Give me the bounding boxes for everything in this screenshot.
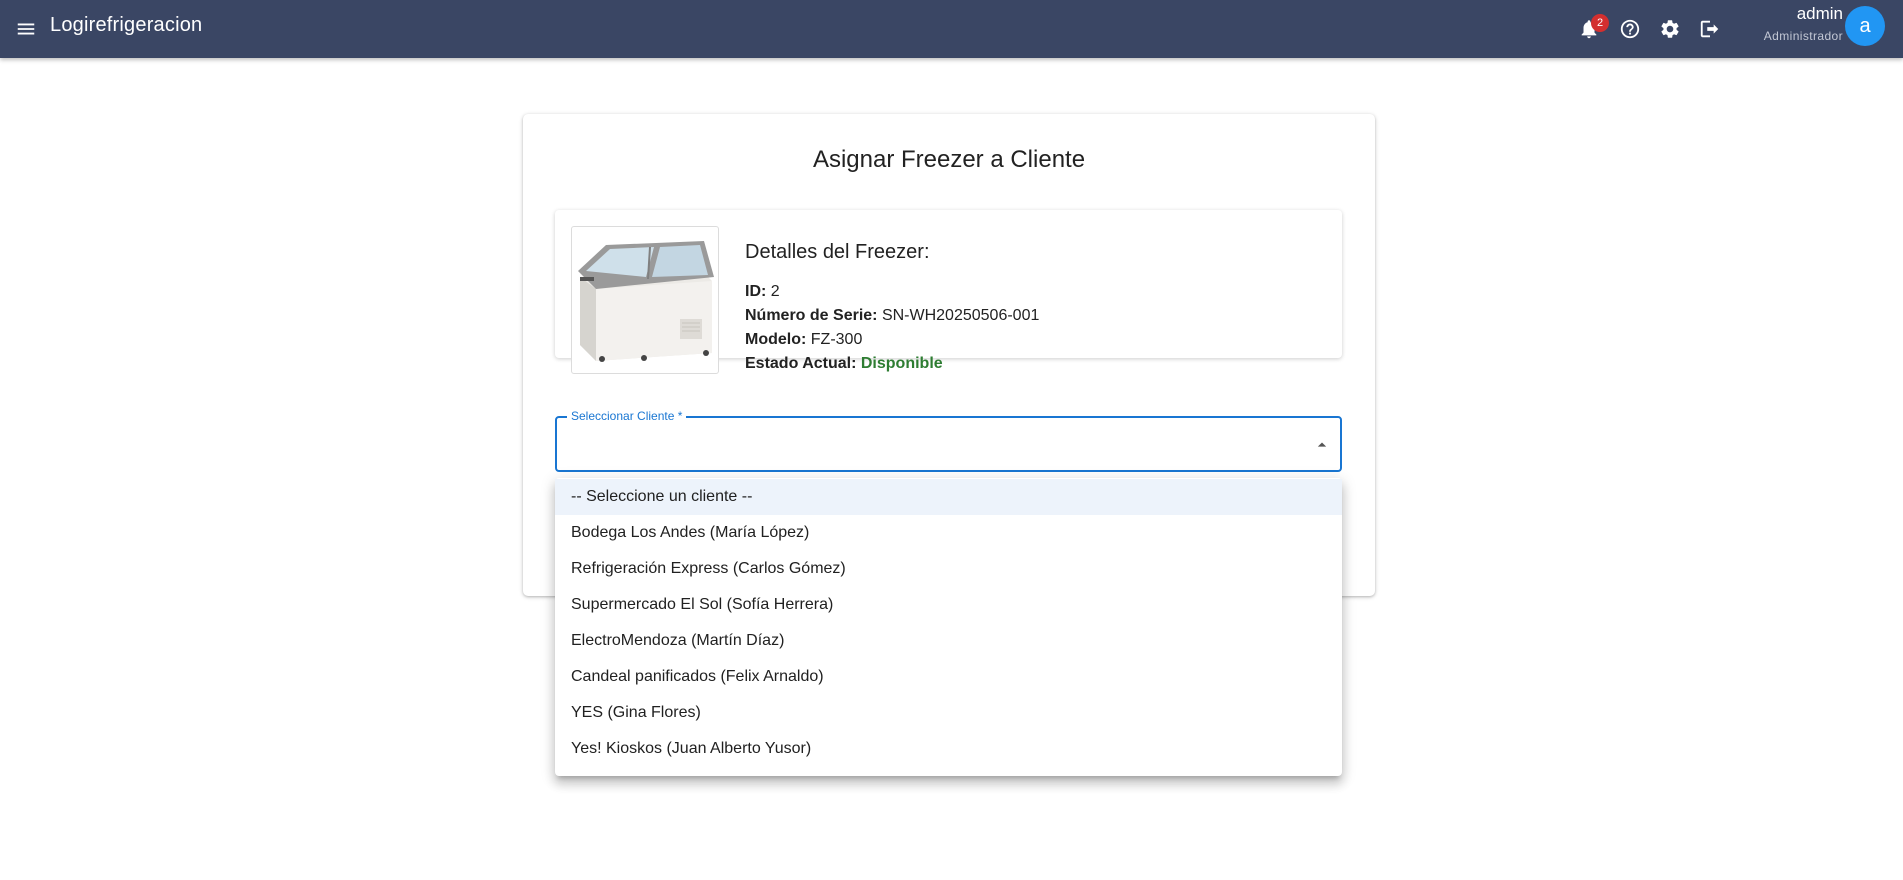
freezer-details-panel: Detalles del Freezer: ID: 2 Número de Se… [555,210,1342,374]
help-button[interactable] [1611,10,1649,48]
status-label: Estado Actual: [745,355,857,372]
model-value: FZ-300 [810,331,863,348]
client-dropdown-menu: -- Seleccione un cliente -- Bodega Los A… [555,478,1342,776]
dropdown-option[interactable]: ElectroMendoza (Martín Díaz) [555,623,1342,659]
dropdown-option[interactable]: Candeal panificados (Felix Arnaldo) [555,659,1342,695]
dropdown-option[interactable]: Supermercado El Sol (Sofía Herrera) [555,587,1342,623]
id-value: 2 [770,283,780,300]
help-circle-icon [1620,19,1640,39]
model-label: Modelo: [745,331,807,348]
dropdown-option[interactable]: YES (Gina Flores) [555,695,1342,731]
gear-icon [1661,20,1679,38]
serial-label: Número de Serie: [745,307,878,324]
page-title: Asignar Freezer a Cliente [812,146,1086,173]
notification-badge: 2 [1591,14,1609,32]
arrow-drop-up-icon[interactable] [1312,435,1332,455]
freezer-illustration [578,241,714,362]
logout-icon [1700,20,1719,38]
status-value: Disponible [860,355,943,372]
details-heading: Detalles del Freezer: [745,241,930,263]
user-name: admin [1796,4,1843,23]
freezer-image [571,226,719,374]
notifications-button[interactable]: 2 [1570,10,1609,48]
settings-button[interactable] [1651,10,1689,48]
menu-icon [17,23,35,35]
app-title: Logirefrigeracion [50,14,203,36]
dropdown-option[interactable]: Refrigeración Express (Carlos Gómez) [555,551,1342,587]
logout-button[interactable] [1691,10,1729,48]
dropdown-option[interactable]: Yes! Kioskos (Juan Alberto Yusor) [555,731,1342,767]
client-select[interactable]: Seleccionar Cliente * [555,409,1342,472]
client-select-label: Seleccionar Cliente * [567,409,687,423]
user-role: Administrador [1763,29,1843,43]
dropdown-option[interactable]: -- Seleccione un cliente -- [555,479,1342,515]
detail-status: Estado Actual: Disponible [745,352,1039,376]
menu-button[interactable] [8,11,44,47]
dropdown-option[interactable]: Bodega Los Andes (María López) [555,515,1342,551]
serial-value: SN-WH20250506-001 [881,307,1040,324]
detail-model: Modelo: FZ-300 [745,328,1039,352]
freezer-detail-lines: ID: 2 Número de Serie: SN-WH20250506-001… [745,280,1039,376]
avatar[interactable]: a [1845,6,1885,46]
detail-serial: Número de Serie: SN-WH20250506-001 [745,304,1039,328]
app-bar: Logirefrigeracion 2 admin Administrador … [0,0,1903,58]
user-info: admin Administrador [1764,4,1843,43]
detail-id: ID: 2 [745,280,1039,304]
id-label: ID: [745,283,767,300]
